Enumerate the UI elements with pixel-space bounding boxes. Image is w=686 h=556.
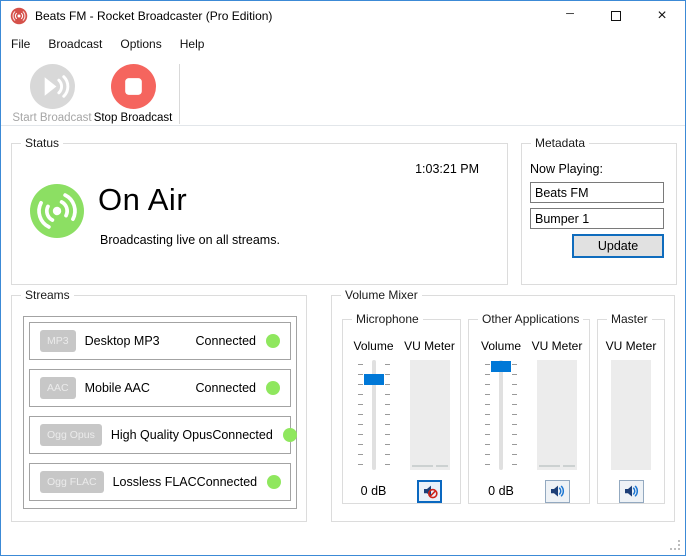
- microphone-volume-slider[interactable]: [357, 360, 391, 470]
- connected-dot-icon: [266, 334, 280, 348]
- track-name-input[interactable]: [530, 208, 664, 229]
- slider-track[interactable]: [499, 360, 503, 470]
- menu-file[interactable]: File: [2, 33, 39, 55]
- speaker-muted-icon: [423, 485, 438, 499]
- minimize-icon: ─: [566, 8, 574, 20]
- streams-group-label: Streams: [21, 288, 74, 302]
- slider-ticks: [512, 364, 517, 465]
- menu-broadcast[interactable]: Broadcast: [39, 33, 111, 55]
- stream-row-mobile-aac[interactable]: AAC Mobile AAC Connected: [29, 369, 291, 407]
- minimize-button[interactable]: ─: [547, 1, 593, 31]
- stream-name: Desktop MP3: [84, 334, 160, 348]
- stream-name: High Quality Opus: [110, 428, 213, 442]
- resize-grip[interactable]: [670, 540, 681, 551]
- vu-meter-label: VU Meter: [605, 339, 657, 353]
- clock: 1:03:21 PM: [415, 162, 479, 176]
- stream-row-desktop-mp3[interactable]: MP3 Desktop MP3 Connected: [29, 322, 291, 360]
- vu-meter-label: VU Meter: [404, 339, 455, 353]
- microphone-mute-button[interactable]: [417, 479, 442, 503]
- microphone-vu-column: VU Meter: [404, 339, 455, 503]
- start-broadcast-label: Start Broadcast: [12, 112, 92, 124]
- streams-group: Streams MP3 Desktop MP3 Connected AAC Mo…: [11, 288, 307, 522]
- other-applications-vu-column: VU Meter: [532, 339, 582, 503]
- codec-badge: MP3: [40, 330, 76, 352]
- metadata-group-label: Metadata: [531, 136, 590, 150]
- microphone-channel: Microphone Volume 0 dB VU Meter: [342, 312, 461, 504]
- streams-list: MP3 Desktop MP3 Connected AAC Mobile AAC…: [23, 316, 297, 509]
- menu-help[interactable]: Help: [171, 33, 214, 55]
- play-broadcast-icon: [29, 64, 75, 109]
- volume-mixer-group: Volume Mixer Microphone Volume 0 dB VU M…: [331, 288, 675, 522]
- other-applications-db-value: 0 dB: [488, 484, 514, 498]
- start-broadcast-button[interactable]: Start Broadcast: [9, 64, 95, 124]
- stream-row-high-quality-opus[interactable]: Ogg Opus High Quality Opus Connected: [29, 416, 297, 454]
- update-button[interactable]: Update: [572, 234, 664, 258]
- microphone-label: Microphone: [352, 312, 423, 326]
- status-group: Status 1:03:21 PM On Air Broadcasting li…: [11, 136, 508, 285]
- status-message: Broadcasting live on all streams.: [100, 233, 280, 247]
- status-group-label: Status: [21, 136, 64, 150]
- codec-badge: Ogg Opus: [40, 424, 102, 446]
- app-window: Beats FM - Rocket Broadcaster (Pro Editi…: [0, 0, 686, 556]
- stream-status: Connected: [196, 475, 258, 489]
- close-icon: ×: [657, 7, 667, 24]
- slider-ticks: [357, 364, 363, 465]
- stream-status: Connected: [212, 428, 273, 442]
- master-vu-meter: [611, 360, 651, 470]
- codec-badge: Ogg FLAC: [40, 471, 104, 493]
- stream-name: Lossless FLAC: [112, 475, 197, 489]
- volume-mixer-group-label: Volume Mixer: [341, 288, 422, 302]
- master-label: Master: [607, 312, 652, 326]
- station-name-input[interactable]: [530, 182, 664, 203]
- other-applications-channel: Other Applications Volume 0 dB VU Meter: [468, 312, 590, 504]
- app-broadcast-icon: [10, 7, 28, 25]
- on-air-headline: On Air: [98, 182, 188, 217]
- volume-label: Volume: [353, 339, 394, 353]
- slider-ticks: [384, 364, 390, 465]
- microphone-vu-meter: [409, 360, 450, 470]
- on-air-broadcast-icon: [30, 184, 84, 238]
- other-applications-volume-slider[interactable]: [484, 360, 518, 470]
- stop-broadcast-label: Stop Broadcast: [93, 112, 173, 124]
- speaker-icon: [551, 485, 564, 497]
- microphone-db-value: 0 dB: [360, 484, 387, 498]
- maximize-icon: [611, 11, 621, 21]
- codec-badge: AAC: [40, 377, 76, 399]
- stop-broadcast-button[interactable]: Stop Broadcast: [93, 64, 173, 124]
- master-vu-column: VU Meter: [606, 339, 656, 503]
- stream-status: Connected: [195, 381, 256, 395]
- window-controls: ─ ×: [547, 1, 685, 31]
- now-playing-label: Now Playing:: [530, 162, 603, 176]
- menu-options[interactable]: Options: [111, 33, 170, 55]
- main-content: Status 1:03:21 PM On Air Broadcasting li…: [1, 126, 685, 555]
- stop-icon: [110, 64, 156, 109]
- connected-dot-icon: [266, 381, 280, 395]
- menu-bar: File Broadcast Options Help: [1, 31, 685, 56]
- slider-handle[interactable]: [363, 374, 384, 385]
- close-button[interactable]: ×: [639, 1, 685, 31]
- speaker-icon: [625, 485, 638, 497]
- stream-name: Mobile AAC: [84, 381, 150, 395]
- toolbar-separator: [179, 64, 180, 124]
- other-applications-vu-meter: [537, 360, 577, 470]
- stream-row-lossless-flac[interactable]: Ogg FLAC Lossless FLAC Connected: [29, 463, 291, 501]
- other-applications-mute-button[interactable]: [544, 479, 570, 503]
- master-channel: Master VU Meter: [597, 312, 665, 504]
- microphone-volume-column: Volume 0 dB: [352, 339, 396, 503]
- title-bar: Beats FM - Rocket Broadcaster (Pro Editi…: [1, 1, 685, 31]
- slider-handle[interactable]: [491, 361, 511, 372]
- toolbar: Start Broadcast Stop Broadcast: [1, 56, 685, 126]
- connected-dot-icon: [282, 428, 297, 442]
- stream-status: Connected: [195, 334, 256, 348]
- other-applications-volume-column: Volume 0 dB: [479, 339, 523, 503]
- window-title: Beats FM - Rocket Broadcaster (Pro Editi…: [35, 9, 273, 23]
- volume-label: Volume: [480, 339, 522, 353]
- master-mute-button[interactable]: [618, 479, 644, 503]
- vu-meter-label: VU Meter: [531, 339, 583, 353]
- slider-ticks: [485, 364, 490, 465]
- other-applications-label: Other Applications: [478, 312, 584, 326]
- maximize-button[interactable]: [593, 1, 639, 31]
- metadata-group: Metadata Now Playing: Update: [521, 136, 677, 285]
- connected-dot-icon: [267, 475, 282, 489]
